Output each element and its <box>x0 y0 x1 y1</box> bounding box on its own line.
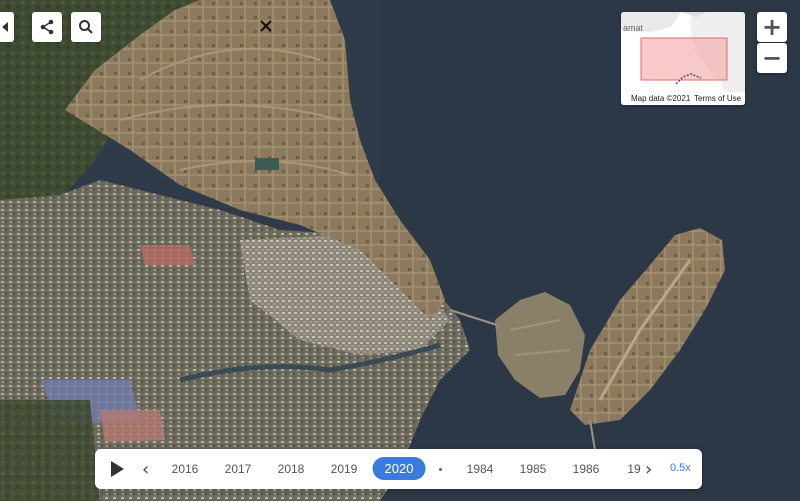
year-2016[interactable]: 2016 <box>172 462 199 476</box>
zoom-out-button[interactable]: − <box>757 43 787 73</box>
timelapse-timeline: ‹ 2016 2017 2018 2019 2020 1984 1985 198… <box>95 449 702 489</box>
year-partial[interactable]: 19 <box>627 462 640 476</box>
play-icon[interactable] <box>111 461 124 477</box>
timeline-separator-dot <box>439 468 442 471</box>
map-marker-icon[interactable] <box>258 18 274 34</box>
map-attribution: Map data ©2021 <box>631 94 691 103</box>
minimap-footer: Map data ©2021 Terms of Use <box>621 92 745 105</box>
search-button[interactable] <box>71 12 101 42</box>
back-button[interactable] <box>0 12 14 42</box>
terms-of-use-link[interactable]: Terms of Use <box>694 94 741 103</box>
share-icon <box>40 19 54 35</box>
chevron-right-icon[interactable]: › <box>645 459 652 480</box>
year-2019[interactable]: 2019 <box>331 462 358 476</box>
minimap-place-label: amat <box>623 23 644 33</box>
search-icon <box>79 20 93 34</box>
year-1986[interactable]: 1986 <box>573 462 600 476</box>
year-2018[interactable]: 2018 <box>278 462 305 476</box>
year-2020-selected[interactable]: 2020 <box>372 457 426 480</box>
chevron-left-icon[interactable]: ‹ <box>142 459 149 480</box>
share-button[interactable] <box>32 12 62 42</box>
overview-minimap[interactable]: amat Map data ©2021 Terms of Use <box>621 12 745 105</box>
zoom-in-button[interactable]: + <box>757 12 787 42</box>
year-1984[interactable]: 1984 <box>467 462 494 476</box>
playback-speed-button[interactable]: 0.5x <box>670 462 691 474</box>
left-arrow-icon <box>2 22 8 32</box>
year-1985[interactable]: 1985 <box>520 462 547 476</box>
year-2017[interactable]: 2017 <box>225 462 252 476</box>
year-strip: 2016 2017 2018 2019 2020 1984 1985 1986 … <box>157 449 642 489</box>
